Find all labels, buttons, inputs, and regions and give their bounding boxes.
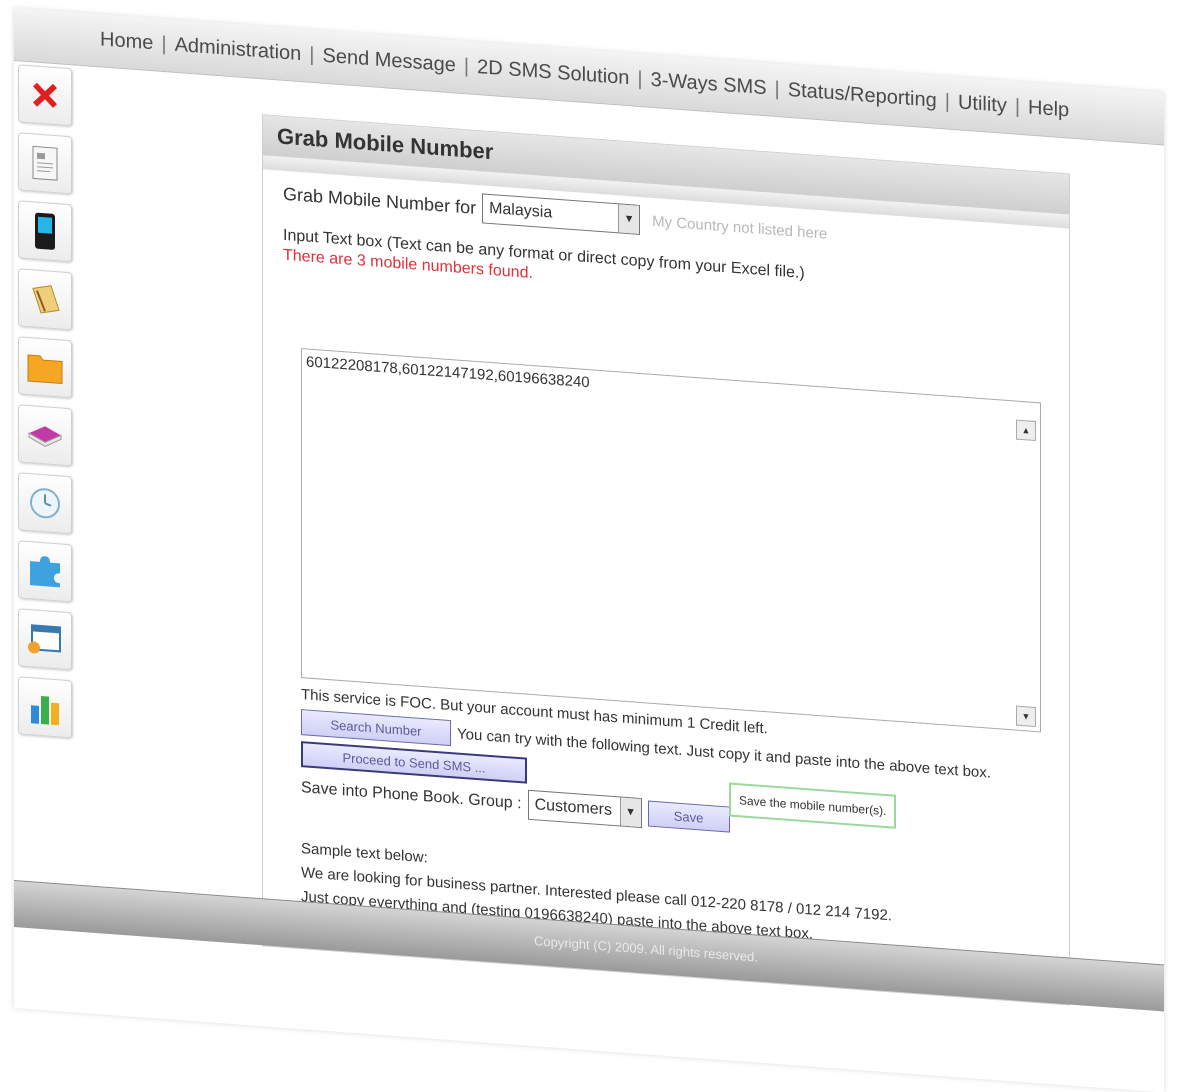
copyright-text: Copyright (C) 2009. All rights reserved. <box>534 933 758 965</box>
sidebar-chart-button[interactable] <box>18 676 72 739</box>
sidebar-close-button[interactable] <box>18 64 72 127</box>
nav-send-message[interactable]: Send Message <box>318 44 459 77</box>
nav-separator: | <box>944 89 950 113</box>
nav-separator: | <box>774 77 780 100</box>
group-select-value: Customers <box>534 796 612 819</box>
nav-administration[interactable]: Administration <box>171 33 306 66</box>
sidebar-document-button[interactable] <box>18 132 72 195</box>
nav-status-reporting[interactable]: Status/Reporting <box>784 78 941 113</box>
close-icon <box>33 82 57 108</box>
nav-separator: | <box>1014 94 1021 118</box>
phone-icon <box>35 212 55 250</box>
scroll-down-icon[interactable]: ▼ <box>1016 705 1036 728</box>
country-not-listed-link[interactable]: My Country not listed here <box>652 212 827 242</box>
nav-utility[interactable]: Utility <box>954 91 1011 118</box>
textarea-value: 60122208178,60122147192,60196638240 <box>306 353 590 392</box>
chevron-down-icon: ▼ <box>619 797 641 828</box>
book-icon <box>28 426 62 447</box>
clock-icon <box>30 488 60 519</box>
search-number-button[interactable]: Search Number <box>301 709 451 747</box>
nav-3-ways-sms[interactable]: 3-Ways SMS <box>647 68 771 100</box>
top-navigation: Home | Administration | Send Message | 2… <box>96 22 1073 128</box>
save-label: Save into Phone Book. Group : <box>301 779 522 813</box>
window-icon <box>28 624 61 654</box>
scroll-up-icon[interactable]: ▲ <box>1016 419 1036 442</box>
save-button[interactable]: Save <box>647 800 730 833</box>
app-window: Home | Administration | Send Message | 2… <box>14 8 1164 1092</box>
nav-home[interactable]: Home <box>96 28 157 56</box>
country-label: Grab Mobile Number for <box>283 183 477 218</box>
nav-2d-sms-solution[interactable]: 2D SMS Solution <box>473 55 633 90</box>
folder-icon <box>27 354 63 385</box>
nav-separator: | <box>161 32 167 55</box>
nav-separator: | <box>463 54 470 77</box>
top-menu-bar: Home | Administration | Send Message | 2… <box>14 8 1164 146</box>
notebook-icon <box>32 285 60 314</box>
sidebar-window-button[interactable] <box>18 608 72 671</box>
document-icon <box>32 145 58 181</box>
group-select[interactable]: Customers ▼ <box>527 789 642 829</box>
chevron-down-icon: ▼ <box>618 204 640 234</box>
sidebar <box>18 64 78 739</box>
sidebar-phone-button[interactable] <box>18 200 72 263</box>
country-select-value: Malaysia <box>489 199 553 222</box>
nav-separator: | <box>309 43 315 66</box>
sidebar-notebook-button[interactable] <box>18 268 72 331</box>
puzzle-icon <box>30 556 60 588</box>
sidebar-puzzle-button[interactable] <box>18 540 72 603</box>
chart-icon <box>31 695 59 726</box>
nav-help[interactable]: Help <box>1024 96 1073 123</box>
numbers-textarea[interactable]: 60122208178,60122147192,60196638240 ▲ ▼ <box>301 348 1041 733</box>
country-select[interactable]: Malaysia ▼ <box>482 193 641 235</box>
sidebar-folder-button[interactable] <box>18 336 72 399</box>
nav-separator: | <box>637 67 643 90</box>
sidebar-clock-button[interactable] <box>18 472 72 535</box>
grab-mobile-number-panel: Grab Mobile Number Grab Mobile Number fo… <box>262 114 1070 1006</box>
sidebar-book-button[interactable] <box>18 404 72 467</box>
